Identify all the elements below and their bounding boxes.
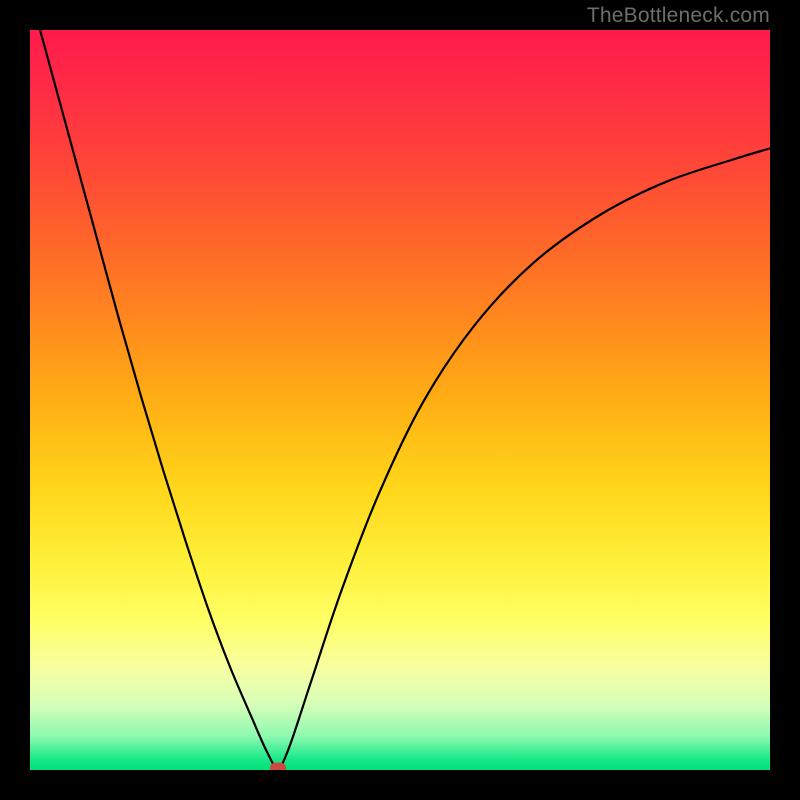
optimal-point-marker <box>270 762 286 770</box>
plot-area <box>30 30 770 770</box>
watermark-text: TheBottleneck.com <box>587 4 770 28</box>
bottleneck-curve <box>30 30 770 770</box>
chart-frame: TheBottleneck.com <box>0 0 800 800</box>
